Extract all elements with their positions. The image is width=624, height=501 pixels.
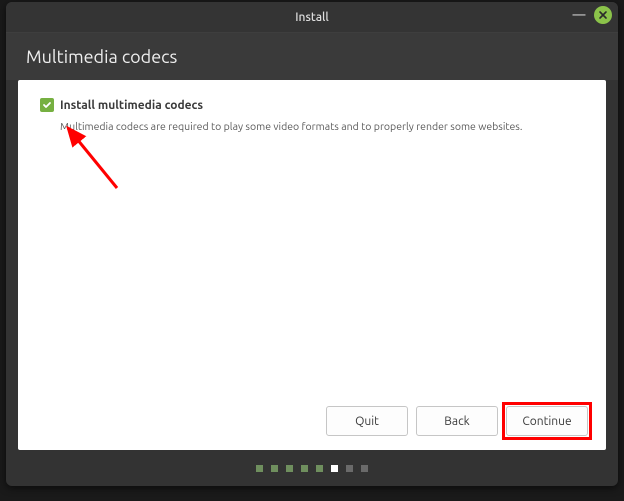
- button-bar: Quit Back Continue: [326, 406, 588, 436]
- install-codecs-checkbox[interactable]: [40, 98, 54, 112]
- close-button[interactable]: [594, 6, 612, 24]
- progress-dot: [346, 465, 353, 472]
- close-icon: [598, 10, 608, 20]
- page-header: Multimedia codecs: [6, 32, 618, 80]
- continue-button-label: Continue: [522, 415, 571, 428]
- content-panel: Install multimedia codecs Multimedia cod…: [18, 80, 606, 450]
- install-codecs-label: Install multimedia codecs: [60, 99, 203, 112]
- progress-dot-current: [331, 465, 338, 472]
- progress-dot: [316, 465, 323, 472]
- back-button[interactable]: Back: [416, 406, 498, 436]
- checkmark-icon: [42, 100, 52, 110]
- install-codecs-checkbox-row[interactable]: Install multimedia codecs: [40, 98, 584, 112]
- progress-dot: [361, 465, 368, 472]
- minimize-icon: —: [573, 8, 586, 22]
- quit-button[interactable]: Quit: [326, 406, 408, 436]
- progress-dot: [301, 465, 308, 472]
- window-titlebar: Install —: [6, 2, 618, 32]
- continue-button[interactable]: Continue: [506, 406, 588, 436]
- progress-dot: [286, 465, 293, 472]
- install-window: Install — Multimedia codecs Install mult…: [6, 2, 618, 486]
- window-controls: —: [570, 6, 612, 24]
- progress-dots: [6, 450, 618, 486]
- codecs-description: Multimedia codecs are required to play s…: [60, 120, 584, 132]
- progress-dot: [271, 465, 278, 472]
- progress-dot: [256, 465, 263, 472]
- page-title: Multimedia codecs: [26, 47, 177, 67]
- window-title: Install: [295, 11, 329, 24]
- quit-button-label: Quit: [355, 415, 379, 428]
- back-button-label: Back: [444, 415, 469, 428]
- minimize-button[interactable]: —: [570, 6, 588, 24]
